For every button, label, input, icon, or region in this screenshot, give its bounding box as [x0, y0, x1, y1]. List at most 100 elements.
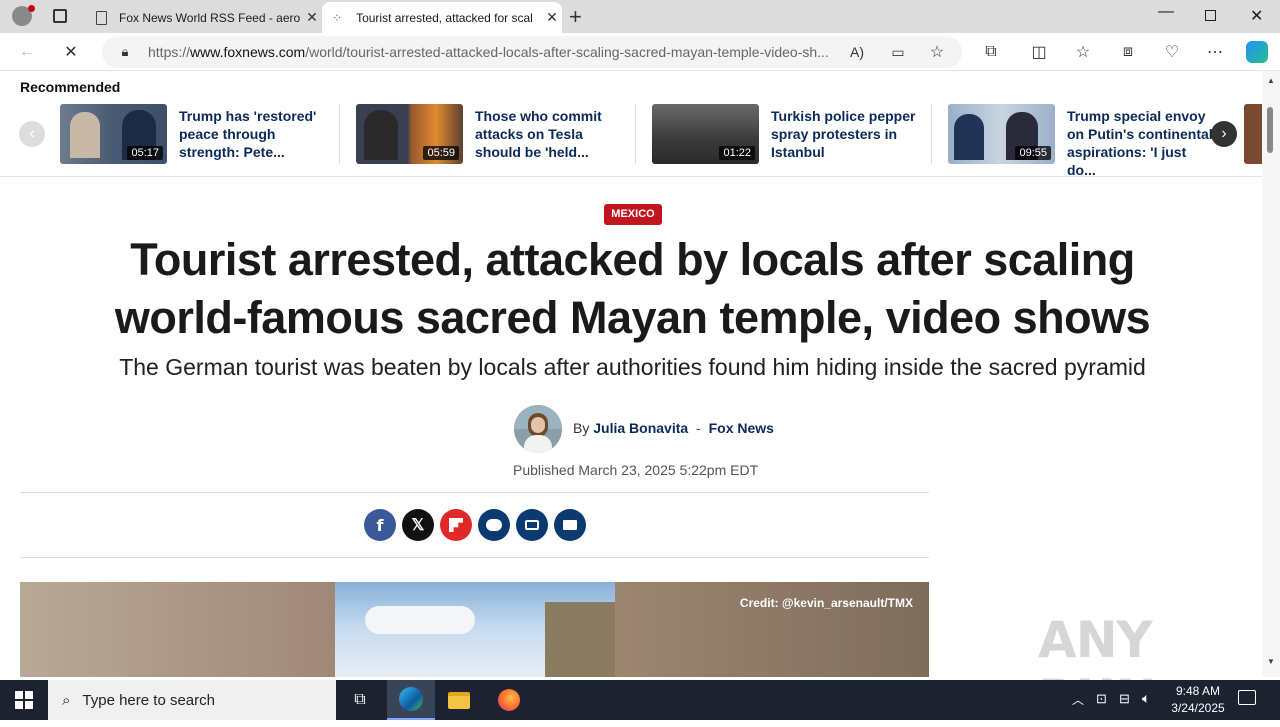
- restore-button[interactable]: [1205, 10, 1216, 21]
- extensions-icon[interactable]: ⧉: [980, 41, 1002, 63]
- url-domain: www.foxnews.com: [190, 44, 306, 60]
- video-thumbnail: 09:55: [948, 104, 1055, 164]
- video-thumbnail: 01:22: [652, 104, 759, 164]
- url-text[interactable]: https://www.foxnews.com/world/tourist-ar…: [148, 44, 838, 60]
- profile-notification-dot: [28, 5, 35, 12]
- tab-actions-icon[interactable]: [53, 9, 67, 23]
- video-thumbnail: 05:17: [60, 104, 167, 164]
- category-badge[interactable]: MEXICO: [604, 204, 662, 225]
- windows-taskbar: ⌕ Type here to search ⧉ ︿ ⊡ ⊟ 🔈︎ 9:48 AM…: [0, 680, 1280, 720]
- tab-title: Fox News World RSS Feed - aero: [119, 10, 301, 25]
- email-share-button[interactable]: [554, 509, 586, 541]
- browser-essentials-icon[interactable]: ♡: [1161, 41, 1183, 63]
- back-icon[interactable]: ←: [16, 41, 38, 63]
- minimize-button[interactable]: —: [1158, 3, 1174, 21]
- tab-active-article[interactable]: ⁘ Tourist arrested, attacked for scal ✕: [322, 2, 562, 33]
- divider: [20, 557, 929, 558]
- web-page: Recommended ‹ 05:17 Trump has 'restored'…: [0, 71, 1262, 677]
- byline-separator: -: [696, 420, 701, 436]
- search-icon: ⌕: [62, 691, 71, 709]
- recommended-title[interactable]: Turkish police pepper spray protesters i…: [771, 107, 917, 161]
- lock-icon: 🔒︎: [121, 44, 129, 59]
- recommended-title[interactable]: Trump has 'restored' peace through stren…: [179, 107, 325, 161]
- browser-toolbar: ← ✕ 🔒︎ https://www.foxnews.com/world/tou…: [0, 33, 1280, 71]
- recommended-title[interactable]: Those who commit attacks on Tesla should…: [475, 107, 621, 161]
- comments-button[interactable]: [478, 509, 510, 541]
- outlet-link[interactable]: Fox News: [709, 420, 774, 436]
- x-share-button[interactable]: 𝕏: [402, 509, 434, 541]
- close-icon[interactable]: ✕: [542, 9, 562, 26]
- collections-icon[interactable]: ⧈: [1117, 41, 1139, 63]
- section-divider: [0, 176, 1262, 177]
- image-credit: Credit: @kevin_arsenault/TMX: [739, 596, 913, 610]
- recommended-heading: Recommended: [20, 79, 121, 95]
- divider: [339, 104, 340, 164]
- recommended-item[interactable]: 09:55 Trump special envoy on Putin's con…: [948, 104, 1218, 178]
- divider: [20, 492, 929, 493]
- page-icon: [96, 10, 107, 25]
- copilot-icon[interactable]: [1246, 41, 1268, 63]
- video-thumbnail: 05:59: [356, 104, 463, 164]
- clock-date: 3/24/2025: [1171, 701, 1225, 715]
- notifications-icon[interactable]: [1238, 690, 1256, 705]
- video-duration: 05:59: [423, 146, 459, 160]
- recommended-item-partial[interactable]: [1244, 104, 1262, 164]
- loading-icon: ⁘: [332, 10, 343, 25]
- close-icon[interactable]: ✕: [302, 9, 322, 26]
- recommended-item[interactable]: 05:17 Trump has 'restored' peace through…: [60, 104, 330, 164]
- tab-fox-rss[interactable]: Fox News World RSS Feed - aero ✕: [84, 2, 322, 33]
- video-duration: 05:17: [127, 146, 163, 160]
- more-menu-icon[interactable]: ⋯: [1204, 41, 1226, 63]
- divider: [635, 104, 636, 164]
- tray-chevron-icon[interactable]: ︿: [1072, 691, 1084, 708]
- author-link[interactable]: Julia Bonavita: [593, 420, 688, 436]
- search-placeholder: Type here to search: [82, 691, 215, 709]
- new-tab-button[interactable]: +: [569, 4, 582, 30]
- browser-tab-strip: Fox News World RSS Feed - aero ✕ ⁘ Touri…: [0, 0, 1280, 33]
- clock-time: 9:48 AM: [1175, 684, 1221, 698]
- recommended-item[interactable]: 01:22 Turkish police pepper spray protes…: [652, 104, 922, 164]
- divider: [931, 104, 932, 164]
- video-duration: 09:55: [1015, 146, 1051, 160]
- author-avatar[interactable]: [514, 405, 562, 453]
- article-hero-video[interactable]: Credit: @kevin_arsenault/TMX: [20, 582, 929, 677]
- read-aloud-icon[interactable]: A): [846, 41, 868, 63]
- flipboard-share-button[interactable]: [440, 509, 472, 541]
- article-headline: Tourist arrested, attacked by locals aft…: [114, 234, 1151, 343]
- network-icon[interactable]: ⊟: [1119, 691, 1130, 707]
- file-explorer-icon[interactable]: [435, 680, 483, 720]
- stop-loading-icon[interactable]: ✕: [60, 41, 82, 63]
- carousel-prev-button[interactable]: ‹: [19, 121, 45, 147]
- address-bar[interactable]: 🔒︎ https://www.foxnews.com/world/tourist…: [102, 36, 962, 68]
- edge-taskbar-icon[interactable]: [387, 680, 435, 720]
- byline-prefix: By: [573, 420, 590, 436]
- volume-icon[interactable]: 🔈︎: [1142, 690, 1150, 707]
- byline: By Julia Bonavita - Fox News: [573, 420, 774, 436]
- windows-logo-icon: [15, 691, 33, 709]
- video-duration: 01:22: [719, 146, 755, 160]
- article-subheadline: The German tourist was beaten by locals …: [119, 354, 1146, 380]
- tab-title: Tourist arrested, attacked for scal: [356, 10, 533, 25]
- facebook-share-button[interactable]: f: [364, 509, 396, 541]
- immersive-reader-icon[interactable]: ▭: [887, 41, 909, 63]
- page-scrollbar[interactable]: ▲ ▼: [1262, 71, 1280, 677]
- close-window-button[interactable]: ✕: [1250, 6, 1263, 26]
- firefox-icon[interactable]: [485, 680, 533, 720]
- recommended-item[interactable]: 05:59 Those who commit attacks on Tesla …: [356, 104, 626, 164]
- taskbar-search[interactable]: ⌕ Type here to search: [48, 680, 336, 720]
- split-screen-icon[interactable]: ◫: [1028, 41, 1050, 63]
- recommended-title[interactable]: Trump special envoy on Putin's continent…: [1067, 107, 1213, 179]
- favorites-icon[interactable]: ☆: [1072, 41, 1094, 63]
- published-date: Published March 23, 2025 5:22pm EDT: [513, 462, 759, 478]
- system-clock[interactable]: 9:48 AM 3/24/2025: [1160, 683, 1236, 717]
- tray-app-icon[interactable]: ⊡: [1096, 691, 1107, 707]
- print-button[interactable]: [516, 509, 548, 541]
- start-button[interactable]: [0, 680, 48, 720]
- scroll-up-arrow[interactable]: ▲: [1267, 76, 1275, 85]
- task-view-icon[interactable]: ⧉: [336, 680, 384, 720]
- scrollbar-thumb[interactable]: [1267, 107, 1273, 153]
- url-scheme: https://: [148, 44, 191, 60]
- url-path: /world/tourist-arrested-attacked-locals-…: [305, 44, 829, 60]
- favorite-star-icon[interactable]: ☆: [926, 41, 948, 63]
- carousel-next-button[interactable]: ›: [1211, 121, 1237, 147]
